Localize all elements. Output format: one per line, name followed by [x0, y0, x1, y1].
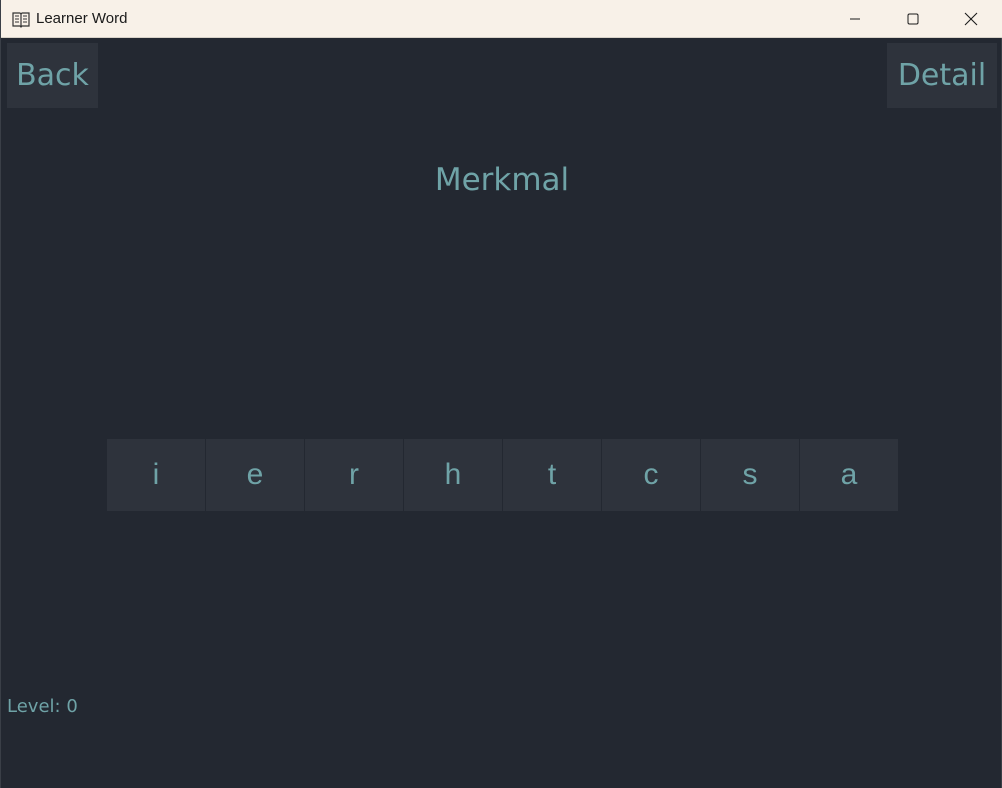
letter-tile[interactable]: t — [503, 439, 601, 511]
back-button[interactable]: Back — [7, 43, 98, 108]
maximize-button[interactable] — [884, 0, 942, 37]
close-button[interactable] — [942, 0, 1000, 37]
letter-tile[interactable]: i — [107, 439, 205, 511]
close-icon — [964, 12, 978, 25]
letter-tile[interactable]: h — [404, 439, 502, 511]
letter-tile[interactable]: e — [206, 439, 304, 511]
target-word: Merkmal — [434, 162, 570, 198]
book-icon — [11, 9, 31, 29]
letter-tile[interactable]: c — [602, 439, 700, 511]
minimize-button[interactable] — [826, 0, 884, 37]
level-label: Level: — [7, 696, 61, 717]
detail-button[interactable]: Detail — [887, 43, 997, 108]
app-window: Learner Word Back Detail Merkmal i e r h… — [0, 0, 1002, 788]
letter-tile[interactable]: s — [701, 439, 799, 511]
letter-tile[interactable]: r — [305, 439, 403, 511]
letter-tile[interactable]: a — [800, 439, 898, 511]
title-bar[interactable]: Learner Word — [1, 0, 1002, 38]
level-value: 0 — [66, 696, 78, 717]
minimize-icon — [850, 18, 860, 19]
maximize-icon — [907, 13, 919, 24]
level-indicator: Level: 0 — [7, 696, 78, 718]
letter-tiles: i e r h t c s a — [107, 439, 898, 511]
window-title: Learner Word — [36, 10, 128, 27]
